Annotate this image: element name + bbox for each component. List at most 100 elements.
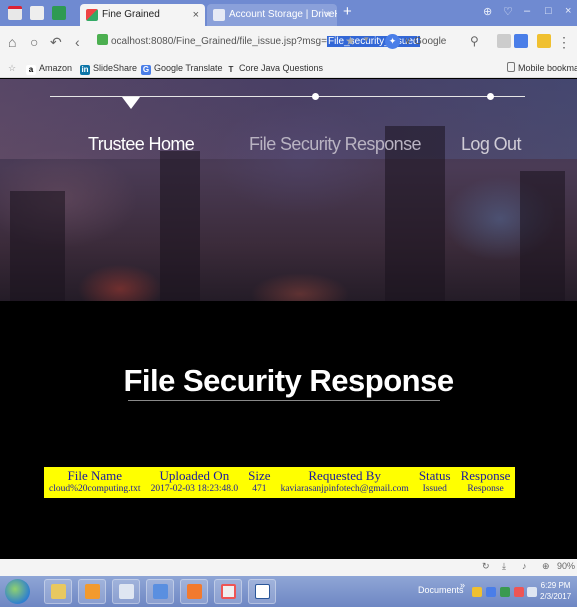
page-icon[interactable] (30, 6, 44, 20)
home-icon[interactable]: ⌂ (8, 34, 16, 50)
reload-icon[interactable]: ○ (30, 34, 38, 50)
star-icon[interactable]: ☆ (8, 62, 16, 74)
maximize-button[interactable]: □ (545, 5, 552, 17)
undo-icon[interactable]: ↶ (50, 34, 62, 51)
folder-extension-icon[interactable] (537, 34, 551, 48)
tab-drivehq[interactable]: Account Storage | DriveHQ × (207, 4, 337, 26)
building-silhouette (160, 151, 200, 301)
app-icon (85, 584, 100, 599)
cell-file-name: cloud%20computing.txt (49, 484, 141, 494)
windows-taskbar: Documents » 6:29 PM 2/3/2017 (0, 576, 577, 607)
column-header-requested-by: Requested By (308, 468, 381, 483)
sound-icon[interactable]: ♪ (522, 561, 527, 571)
url-dropdown-icon[interactable]: ▾ (364, 34, 369, 45)
translate-icon: G (141, 65, 151, 75)
url-field[interactable]: ocalhost:8080/Fine_Grained/file_issue.js… (97, 34, 420, 50)
column-header-file-name: File Name (67, 468, 123, 483)
response-link[interactable]: Response (456, 483, 516, 498)
gmail-icon[interactable] (8, 6, 22, 20)
bookmark-slideshare[interactable]: in SlideShare (80, 62, 137, 75)
tab-title: Account Storage | DriveHQ (229, 9, 337, 20)
document-icon (187, 584, 202, 599)
search-engine-selector[interactable]: ✦ ∨ Google (385, 33, 446, 50)
amazon-icon: a (26, 65, 36, 75)
linkedin-icon: in (80, 65, 90, 75)
cube-icon (119, 584, 134, 599)
building-silhouette (520, 171, 565, 301)
title-underline (128, 400, 440, 401)
close-icon[interactable]: × (325, 4, 331, 26)
translate-extension-icon[interactable] (514, 34, 528, 48)
mail-extension-icon[interactable] (497, 34, 511, 48)
column-header-response: Response (460, 468, 511, 483)
hero-banner: Trustee Home File Security Response Log … (0, 79, 577, 301)
tray-icon[interactable] (486, 587, 496, 597)
nav-trustee-home[interactable]: Trustee Home (88, 134, 195, 155)
search-engine-name: Google (414, 36, 447, 47)
tray-icon[interactable] (514, 587, 524, 597)
column-header-status: Status (418, 468, 451, 483)
url-text: ocalhost:8080/Fine_Grained/file_issue.js… (111, 36, 327, 47)
bookmark-core-java[interactable]: T Core Java Questions (226, 62, 324, 75)
site-icon (97, 34, 108, 45)
taskbar-app-virtualbox[interactable] (112, 579, 140, 604)
window-menu-icon[interactable]: ⊕ (483, 5, 492, 18)
zoom-level[interactable]: 90% (557, 561, 575, 571)
bookmark-label: SlideShare (93, 63, 138, 73)
cell-status: Issued (422, 484, 447, 494)
new-tab-button[interactable]: + (343, 3, 352, 20)
network-icon[interactable] (527, 587, 537, 597)
taskbar-app-tool[interactable] (146, 579, 174, 604)
nav-log-out[interactable]: Log Out (461, 134, 521, 155)
bookmark-label: Google Translate (154, 63, 223, 73)
search-icon[interactable]: ⚲ (470, 34, 479, 48)
cell-size: 471 (252, 484, 267, 494)
taskbar-app-word[interactable] (248, 579, 276, 604)
file-security-table: File Name Uploaded On Size Requested By … (44, 467, 516, 498)
bookmark-amazon[interactable]: a Amazon (26, 62, 72, 75)
system-clock[interactable]: 6:29 PM 2/3/2017 (540, 580, 571, 602)
bookmark-label: Amazon (39, 63, 73, 73)
taskbar-app-media[interactable] (214, 579, 242, 604)
nav-dot-icon (312, 93, 319, 100)
bookmark-star-icon[interactable]: ★ (345, 34, 356, 48)
nav-file-security-response[interactable]: File Security Response (249, 134, 421, 155)
favorites-icon[interactable]: ♡ (503, 5, 513, 18)
taskbar-app-explorer[interactable] (44, 579, 72, 604)
zoom-icon[interactable]: ⊕ (542, 561, 550, 572)
tray-icon[interactable] (472, 587, 482, 597)
text-icon: T (228, 65, 234, 74)
word-icon (255, 584, 270, 599)
taskbar-app-gdocs[interactable] (180, 579, 208, 604)
media-icon (221, 584, 236, 599)
download-icon[interactable]: ⤓ (502, 561, 506, 572)
close-window-button[interactable]: × (565, 5, 571, 17)
table-row: cloud%20computing.txt 2017-02-03 18:23:4… (44, 483, 515, 498)
taskbar-app-uc[interactable] (78, 579, 106, 604)
bookmarks-bar: ☆ a Amazon in SlideShare G Google Translate… (0, 58, 577, 78)
tray-icon[interactable] (500, 587, 510, 597)
start-button[interactable] (5, 579, 30, 604)
close-icon[interactable]: × (193, 4, 199, 26)
building-silhouette (10, 191, 65, 301)
cell-requested-by: kaviarasanjpinfotech@gmail.com (280, 484, 409, 494)
bookmark-google-translate[interactable]: G Google Translate (141, 62, 223, 75)
clock-time: 6:29 PM (540, 581, 571, 590)
documents-toolbar[interactable]: Documents (418, 585, 464, 595)
refresh-icon[interactable]: ↻ (482, 561, 490, 572)
browser-status-bar: ↻ ⤓ ♪ ⊕ 90% (0, 559, 577, 576)
table-header-row: File Name Uploaded On Size Requested By … (44, 467, 515, 483)
cell-uploaded-on: 2017-02-03 18:23:48.0 (150, 484, 239, 494)
mobile-bookmarks[interactable]: Mobile bookmarks (507, 62, 577, 74)
minimize-button[interactable]: – (524, 5, 530, 17)
toolbar-overflow[interactable]: » (460, 580, 465, 590)
search-engine-icon: ✦ (385, 34, 400, 49)
menu-icon[interactable]: ⋮ (557, 34, 571, 51)
back-icon[interactable]: ‹ (75, 34, 80, 50)
column-header-uploaded-on: Uploaded On (159, 468, 230, 483)
puzzle-icon (86, 9, 98, 21)
address-toolbar: ⌂ ○ ↶ ‹ ocalhost:8080/Fine_Grained/file_… (0, 26, 577, 58)
tab-fine-grained[interactable]: Fine Grained × (80, 4, 205, 26)
sheets-icon[interactable] (52, 6, 66, 20)
bookmark-label: Core Java Questions (239, 63, 324, 73)
